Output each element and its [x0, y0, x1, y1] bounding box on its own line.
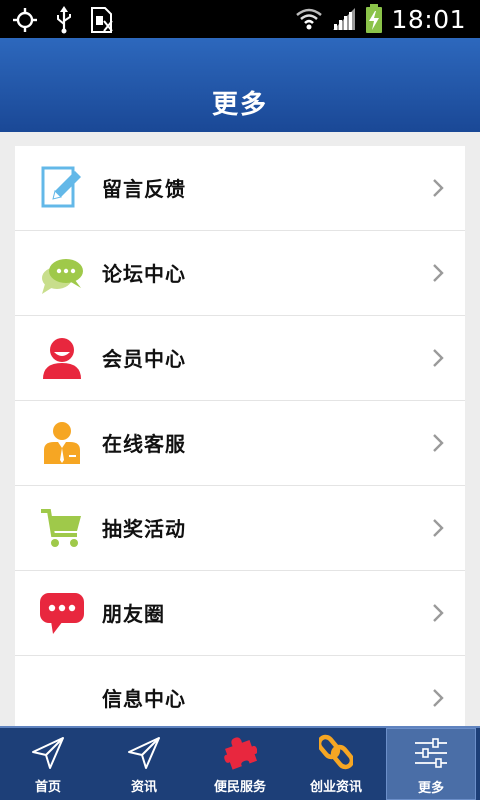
gps-icon	[13, 8, 37, 32]
chevron-right-icon	[433, 689, 444, 707]
chevron-right-icon	[433, 434, 444, 452]
nav-label: 资讯	[130, 780, 157, 795]
nav-label: 便民服务	[213, 780, 266, 795]
usb-icon	[57, 6, 71, 34]
menu-item-lottery[interactable]: 抽奖活动	[15, 486, 465, 571]
battery-charging-icon	[366, 4, 383, 33]
menu-item-moments[interactable]: 朋友圈	[15, 571, 465, 656]
menu-item-label: 抽奖活动	[102, 517, 186, 541]
message-bubble-icon	[40, 593, 84, 634]
menu-item-forum[interactable]: 论坛中心	[15, 231, 465, 316]
status-bar: 18:01	[0, 0, 480, 38]
menu-item-feedback[interactable]: 留言反馈	[15, 146, 465, 231]
chevron-right-icon	[433, 604, 444, 622]
chat-bubbles-icon	[42, 259, 83, 294]
nav-more[interactable]: 更多	[386, 728, 476, 800]
nav-label: 创业资讯	[309, 780, 362, 795]
send-arrow-icon	[128, 737, 160, 769]
nav-label: 更多	[417, 781, 444, 796]
chevron-right-icon	[433, 179, 444, 197]
menu-item-info-center[interactable]: 信息中心	[15, 656, 465, 728]
menu-item-label: 论坛中心	[102, 262, 186, 286]
wifi-icon	[296, 8, 323, 30]
signal-icon	[333, 8, 356, 30]
puzzle-icon	[224, 737, 257, 770]
menu-item-label: 信息中心	[102, 687, 186, 711]
menu-item-label: 在线客服	[102, 432, 186, 456]
more-menu-list: 留言反馈 论坛中心 会员中心 在线客服 抽奖活动 朋友圈 信息中心	[15, 146, 465, 728]
app-header: 更多	[0, 38, 480, 132]
nav-startup-news[interactable]: 创业资讯	[288, 728, 384, 800]
chevron-right-icon	[433, 519, 444, 537]
bottom-navigation: 首页 资讯 便民服务 创业资讯 更多	[0, 726, 480, 800]
menu-item-label: 朋友圈	[102, 602, 165, 626]
customer-service-icon	[44, 422, 80, 464]
send-arrow-icon	[32, 737, 64, 769]
page-title: 更多	[211, 90, 268, 120]
sim-icon	[91, 7, 113, 33]
menu-item-label: 留言反馈	[102, 177, 186, 201]
member-user-icon	[43, 338, 81, 379]
menu-item-customer-service[interactable]: 在线客服	[15, 401, 465, 486]
nav-home[interactable]: 首页	[0, 728, 96, 800]
feedback-edit-icon	[41, 166, 81, 208]
menu-item-label: 会员中心	[102, 347, 186, 371]
shopping-cart-icon	[41, 509, 81, 547]
nav-news[interactable]: 资讯	[96, 728, 192, 800]
chevron-right-icon	[433, 264, 444, 282]
sliders-icon	[415, 738, 447, 768]
nav-services[interactable]: 便民服务	[192, 728, 288, 800]
status-time: 18:01	[391, 4, 466, 34]
chain-link-icon	[319, 734, 353, 770]
menu-item-member[interactable]: 会员中心	[15, 316, 465, 401]
chevron-right-icon	[433, 349, 444, 367]
nav-label: 首页	[34, 780, 61, 795]
